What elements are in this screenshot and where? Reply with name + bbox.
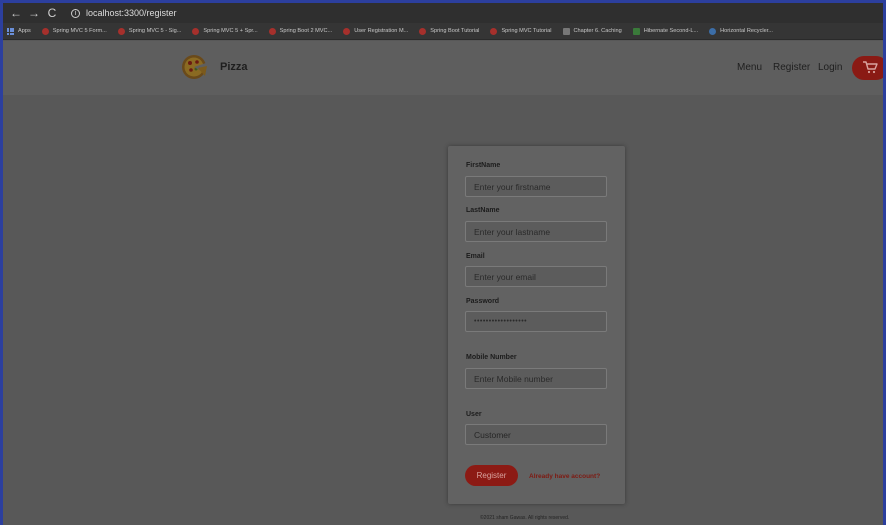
back-icon[interactable]: ← [9, 6, 23, 20]
user-select[interactable]: Customer [465, 424, 607, 445]
nav-login-link[interactable]: Login [818, 62, 842, 73]
bookmark-item[interactable]: Hibernate Second-L... [632, 27, 698, 35]
bookmark-item[interactable]: Chapter 6. Caching [562, 27, 622, 35]
password-input[interactable]: •••••••••••••••••• [465, 311, 607, 332]
bookmark-icon [490, 27, 498, 35]
nav-register-link[interactable]: Register [773, 62, 810, 73]
bookmark-icon [709, 27, 717, 35]
bookmark-item[interactable]: Spring MVC 5 + Spr... [192, 27, 258, 35]
browser-window: ← → C i localhost:3300/register Apps Spr… [0, 0, 886, 525]
email-label: Email [466, 253, 485, 260]
url-text[interactable]: localhost:3300/register [86, 8, 177, 18]
password-label: Password [466, 298, 500, 305]
bookmark-item[interactable]: Spring Boot Tutorial [419, 27, 479, 35]
cart-icon [863, 61, 878, 74]
bookmark-item[interactable]: Spring MVC Tutorial [490, 27, 552, 35]
firstname-label: FirstName [466, 162, 501, 169]
nav-menu-link[interactable]: Menu [737, 62, 762, 73]
bookmark-icon [117, 27, 125, 35]
pizza-logo-icon[interactable] [181, 54, 207, 80]
firstname-input[interactable]: Enter your firstname [465, 176, 607, 197]
mobile-label: Mobile Number [466, 354, 517, 361]
email-input[interactable]: Enter your email [465, 266, 607, 287]
bookmark-icon [562, 27, 570, 35]
reload-icon[interactable]: C [45, 6, 59, 20]
lastname-input[interactable]: Enter your lastname [465, 221, 607, 242]
mobile-input[interactable]: Enter Mobile number [465, 368, 607, 389]
signin-link[interactable]: Already have account? [529, 473, 600, 480]
register-button[interactable]: Register [465, 465, 518, 486]
url-field[interactable]: i localhost:3300/register [71, 8, 177, 18]
footer-copyright: ©2021 sham Gawas. All rights reserved. [480, 515, 570, 521]
bookmark-item[interactable]: User Registration M... [343, 27, 408, 35]
user-label: User [466, 411, 482, 418]
bookmark-icon [343, 27, 351, 35]
bookmark-icon [419, 27, 427, 35]
bookmark-icon [268, 27, 276, 35]
app-header: Pizza Menu Register Login [3, 41, 883, 95]
bookmark-icon [41, 27, 49, 35]
brand-name[interactable]: Pizza [220, 61, 248, 73]
bookmark-icon [192, 27, 200, 35]
bookmark-icon [632, 27, 640, 35]
bookmark-apps[interactable]: Apps [7, 27, 31, 35]
bookmark-item[interactable]: Spring MVC 5 - Sig... [117, 27, 181, 35]
register-form: FirstName Enter your firstname LastName … [448, 146, 625, 504]
apps-grid-icon [7, 27, 14, 35]
address-bar: ← → C i localhost:3300/register [3, 3, 883, 23]
bookmark-item[interactable]: Horizontal Recycler... [709, 27, 773, 35]
site-info-icon[interactable]: i [71, 8, 80, 18]
lastname-label: LastName [466, 207, 500, 214]
bookmark-item[interactable]: Spring MVC 5 Form... [41, 27, 107, 35]
cart-button[interactable] [852, 56, 883, 80]
bookmarks-bar: Apps Spring MVC 5 Form... Spring MVC 5 -… [3, 23, 883, 40]
forward-icon[interactable]: → [27, 6, 41, 20]
bookmark-item[interactable]: Spring Boot 2 MVC... [268, 27, 332, 35]
